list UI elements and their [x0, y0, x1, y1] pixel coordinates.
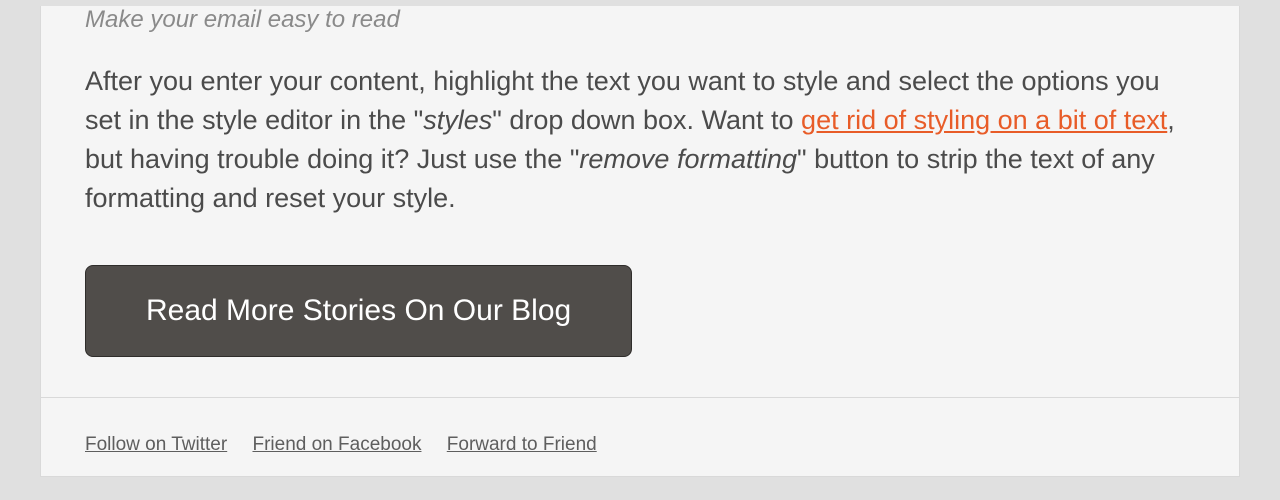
body-text-part2: " drop down box. Want to	[492, 105, 801, 135]
friend-facebook-link[interactable]: Friend on Facebook	[252, 434, 421, 455]
content-area: Make your email easy to read After you e…	[41, 6, 1239, 397]
forward-friend-link[interactable]: Forward to Friend	[447, 434, 597, 455]
footer: Follow on Twitter Friend on Facebook For…	[41, 397, 1239, 476]
read-more-button[interactable]: Read More Stories On Our Blog	[85, 265, 632, 357]
email-container: Make your email easy to read After you e…	[40, 6, 1240, 477]
remove-styling-link[interactable]: get rid of styling on a bit of text	[801, 105, 1167, 135]
subtitle: Make your email easy to read	[85, 6, 1195, 34]
follow-twitter-link[interactable]: Follow on Twitter	[85, 434, 227, 455]
body-italic-remove-formatting: remove formatting	[579, 144, 797, 174]
body-italic-styles: styles	[423, 105, 492, 135]
footer-links: Follow on Twitter Friend on Facebook For…	[85, 434, 1195, 456]
body-paragraph: After you enter your content, highlight …	[85, 62, 1195, 219]
